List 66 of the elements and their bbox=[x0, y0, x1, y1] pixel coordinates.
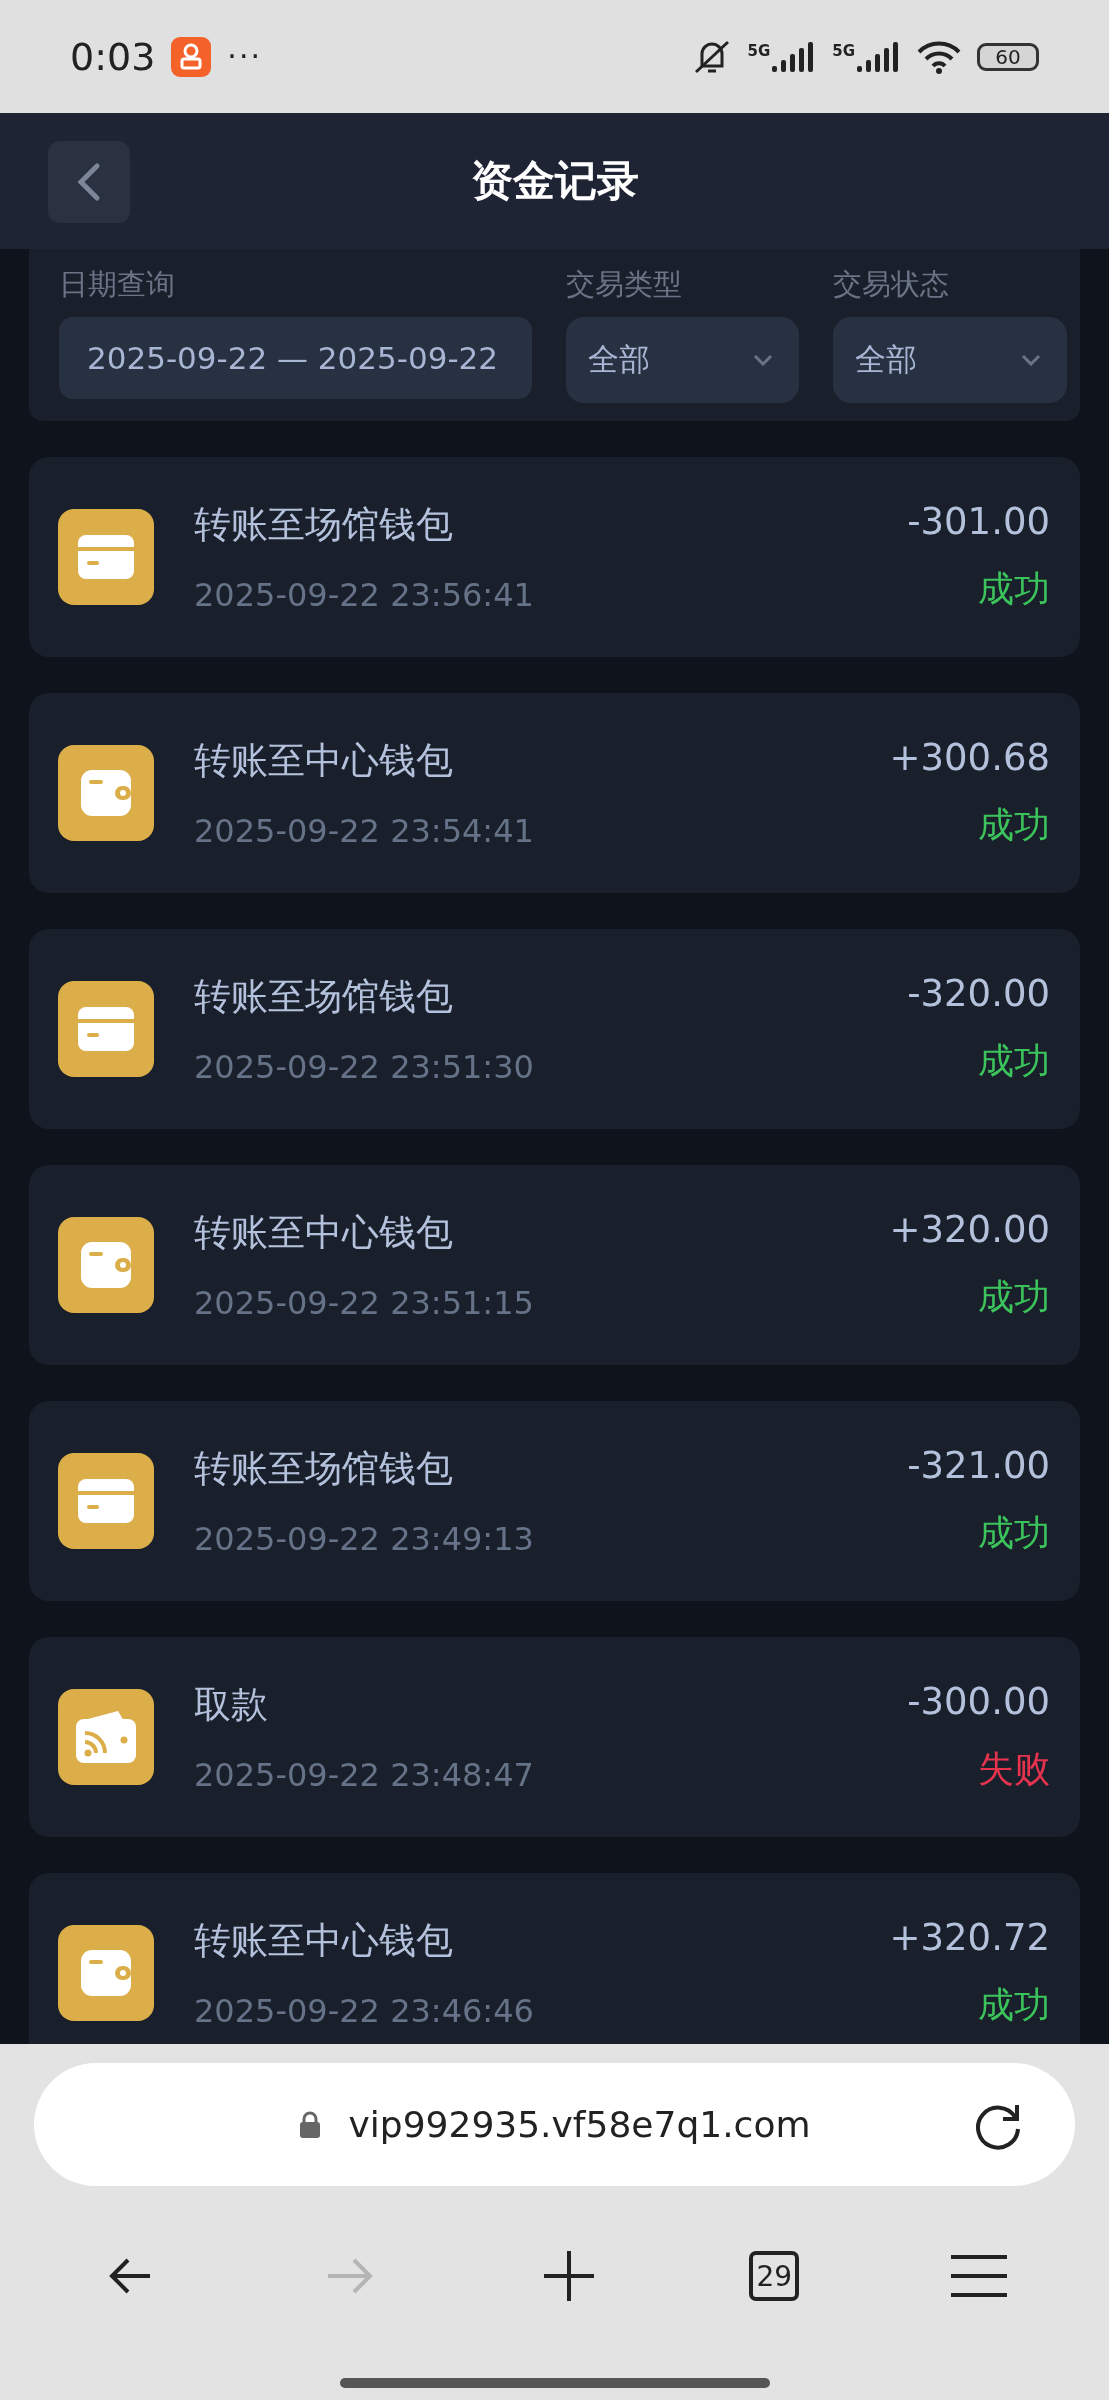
wallet-icon bbox=[74, 1709, 138, 1765]
record-card[interactable]: 转账至场馆钱包 2025-09-22 23:49:13 -321.00 成功 bbox=[29, 1401, 1080, 1601]
record-amount: -321.00 bbox=[907, 1444, 1050, 1487]
record-title: 转账至中心钱包 bbox=[194, 738, 454, 784]
more-indicator: ··· bbox=[227, 39, 262, 74]
record-amount: -300.00 bbox=[907, 1680, 1050, 1723]
record-amount: -320.00 bbox=[907, 972, 1050, 1015]
record-amount: +300.68 bbox=[889, 736, 1050, 779]
network-label: 5G bbox=[747, 41, 771, 60]
menu-icon bbox=[951, 2254, 1008, 2298]
filter-label: 交易类型 bbox=[565, 266, 683, 303]
card-icon bbox=[78, 1007, 134, 1051]
record-status: 成功 bbox=[978, 567, 1050, 611]
record-card[interactable]: 取款 2025-09-22 23:48:47 -300.00 失败 bbox=[29, 1637, 1080, 1837]
record-amount: +320.00 bbox=[889, 1208, 1050, 1251]
record-title: 取款 bbox=[194, 1682, 269, 1728]
chevron-left-icon bbox=[77, 162, 101, 202]
record-status: 成功 bbox=[978, 1039, 1050, 1083]
battery-icon: 60 bbox=[977, 42, 1039, 71]
wallet-icon bbox=[81, 770, 131, 816]
record-card[interactable]: 转账至场馆钱包 2025-09-22 23:56:41 -301.00 成功 bbox=[29, 457, 1080, 657]
select-field[interactable]: 全部 bbox=[833, 317, 1067, 403]
status-time: 0:03 bbox=[70, 34, 156, 79]
record-amount: +320.72 bbox=[889, 1916, 1050, 1959]
record-title: 转账至场馆钱包 bbox=[194, 1446, 454, 1492]
record-amount: -301.00 bbox=[907, 500, 1050, 543]
tabs-button[interactable]: 29 bbox=[749, 2251, 800, 2301]
card-icon bbox=[78, 1479, 134, 1523]
record-time: 2025-09-22 23:51:30 bbox=[194, 1048, 535, 1086]
record-time: 2025-09-22 23:46:46 bbox=[194, 1992, 535, 2030]
address-bar[interactable]: vip992935.vf58e7q1.com bbox=[34, 2063, 1075, 2186]
card-icon bbox=[78, 535, 134, 579]
record-status: 失败 bbox=[978, 1747, 1050, 1791]
record-card[interactable]: 转账至中心钱包 2025-09-22 23:54:41 +300.68 成功 bbox=[29, 693, 1080, 893]
lock-icon bbox=[298, 2110, 321, 2139]
record-time: 2025-09-22 23:49:13 bbox=[194, 1520, 535, 1558]
record-status: 成功 bbox=[978, 1983, 1050, 2027]
chevron-down-icon bbox=[1021, 354, 1041, 366]
signal-icon bbox=[857, 41, 901, 72]
record-time: 2025-09-22 23:48:47 bbox=[194, 1756, 535, 1794]
record-status: 成功 bbox=[978, 1511, 1050, 1555]
record-time: 2025-09-22 23:54:41 bbox=[194, 812, 535, 850]
page-title: 资金记录 bbox=[470, 155, 639, 207]
record-card[interactable]: 转账至中心钱包 2025-09-22 23:51:15 +320.00 成功 bbox=[29, 1165, 1080, 1365]
app-icon bbox=[171, 36, 212, 77]
record-status: 成功 bbox=[978, 1275, 1050, 1319]
record-title: 转账至中心钱包 bbox=[194, 1918, 454, 1964]
record-card[interactable]: 转账至中心钱包 2025-09-22 23:46:46 +320.72 成功 bbox=[29, 1873, 1080, 2044]
record-title: 转账至场馆钱包 bbox=[194, 974, 454, 1020]
date-range-field[interactable]: 2025-09-22 — 2025-09-22 bbox=[59, 317, 532, 399]
network-label: 5G bbox=[832, 41, 855, 60]
record-title: 转账至场馆钱包 bbox=[194, 502, 454, 548]
record-card[interactable]: 转账至场馆钱包 2025-09-22 23:51:30 -320.00 成功 bbox=[29, 929, 1080, 1129]
record-title: 转账至中心钱包 bbox=[194, 1210, 454, 1256]
wallet-icon bbox=[81, 1950, 131, 1996]
record-status: 成功 bbox=[978, 803, 1050, 847]
filter-label: 日期查询 bbox=[59, 266, 176, 303]
url-text: vip992935.vf58e7q1.com bbox=[348, 2104, 811, 2145]
chevron-down-icon bbox=[753, 354, 774, 366]
plus-icon bbox=[544, 2251, 595, 2301]
select-field[interactable]: 全部 bbox=[565, 317, 800, 403]
record-time: 2025-09-22 23:56:41 bbox=[194, 576, 535, 614]
filter-label: 交易状态 bbox=[833, 266, 951, 303]
wifi-icon bbox=[917, 39, 961, 74]
record-time: 2025-09-22 23:51:15 bbox=[194, 1284, 535, 1322]
wallet-icon bbox=[81, 1242, 131, 1288]
